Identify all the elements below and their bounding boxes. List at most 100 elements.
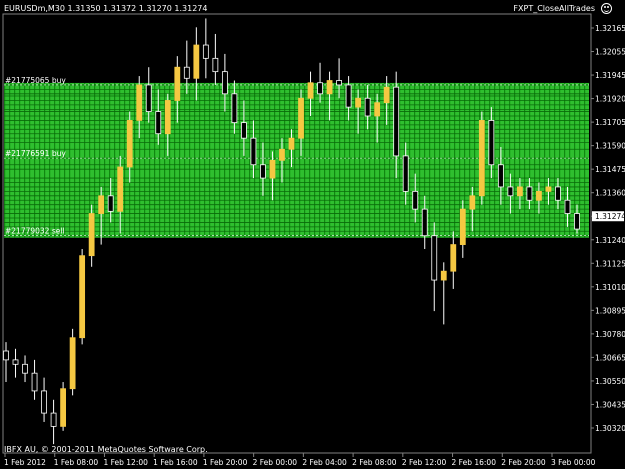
order-label: #21775065 buy xyxy=(5,76,66,85)
candle-body[interactable] xyxy=(164,100,171,135)
time-label: 2 Feb 12:00 xyxy=(402,458,447,467)
candle-body[interactable] xyxy=(307,82,314,99)
order-stripe xyxy=(509,82,511,238)
price-chart[interactable]: #21775065 buy #21776591 buy #21779032 sell… xyxy=(0,0,625,469)
price-label: 1.31590 xyxy=(595,142,625,151)
candle-body[interactable] xyxy=(288,137,295,150)
order-stripe xyxy=(4,82,6,238)
candle-body[interactable] xyxy=(50,412,57,427)
candle-body[interactable] xyxy=(193,44,200,79)
order-stripe xyxy=(504,82,506,238)
order-stripe xyxy=(399,82,401,238)
candle-body[interactable] xyxy=(526,186,533,201)
time-label: 1 Feb 12:00 xyxy=(103,458,148,467)
order-stripe xyxy=(429,82,431,238)
candle-body[interactable] xyxy=(231,93,238,124)
price-label: 1.31360 xyxy=(595,189,625,198)
order-stripe xyxy=(514,82,516,238)
candle-body[interactable] xyxy=(421,208,428,237)
candle-body[interactable] xyxy=(31,372,38,392)
candle-body[interactable] xyxy=(440,270,447,281)
order-stripe xyxy=(79,82,81,238)
candle-body[interactable] xyxy=(183,66,190,79)
order-stripe xyxy=(99,82,101,238)
candle-body[interactable] xyxy=(497,164,504,188)
candle-body[interactable] xyxy=(431,235,438,281)
smiley-face-icon[interactable] xyxy=(601,3,612,14)
candle-body[interactable] xyxy=(3,350,9,361)
candle-body[interactable] xyxy=(202,44,209,59)
candle-body[interactable] xyxy=(326,80,333,95)
order-stripe xyxy=(214,82,216,238)
candle-body[interactable] xyxy=(317,82,323,95)
candle-body[interactable] xyxy=(469,195,476,210)
candle-body[interactable] xyxy=(250,137,257,166)
candle-body[interactable] xyxy=(107,195,114,212)
candle-body[interactable] xyxy=(450,244,457,272)
candle-body[interactable] xyxy=(41,390,47,414)
candle-body[interactable] xyxy=(355,97,362,108)
candle-body[interactable] xyxy=(69,337,76,390)
candle-body[interactable] xyxy=(174,66,181,101)
order-stripe xyxy=(264,82,266,238)
candle-body[interactable] xyxy=(60,388,66,427)
order-stripe xyxy=(209,82,211,238)
candle-body[interactable] xyxy=(260,164,266,179)
candle-body[interactable] xyxy=(517,186,523,197)
candle-body[interactable] xyxy=(383,86,390,104)
candle-body[interactable] xyxy=(221,71,228,95)
order-stripe xyxy=(344,82,346,238)
candle-body[interactable] xyxy=(459,208,466,245)
candle-body[interactable] xyxy=(374,102,381,117)
candle-body[interactable] xyxy=(336,80,342,86)
price-label: 1.31010 xyxy=(595,283,625,292)
order-stripe xyxy=(524,82,526,238)
order-stripe xyxy=(114,82,116,238)
candle-body[interactable] xyxy=(155,111,162,135)
price-label: 1.31920 xyxy=(595,95,625,104)
chart-window[interactable]: #21775065 buy #21776591 buy #21779032 sell… xyxy=(0,0,625,469)
order-stripe xyxy=(189,82,191,238)
candle-body[interactable] xyxy=(564,199,571,214)
candle-body[interactable] xyxy=(345,84,352,108)
candle-body[interactable] xyxy=(269,159,276,179)
candle-body[interactable] xyxy=(545,186,552,192)
candle-body[interactable] xyxy=(298,97,304,139)
candle-body[interactable] xyxy=(136,84,143,121)
candle-body[interactable] xyxy=(574,213,580,230)
candle-body[interactable] xyxy=(126,120,133,168)
order-stripe xyxy=(539,82,541,238)
candle-body[interactable] xyxy=(79,255,86,339)
candle-body[interactable] xyxy=(22,363,28,374)
time-label: 1 Feb 16:00 xyxy=(153,458,198,467)
price-label: 1.30435 xyxy=(595,400,625,409)
order-stripe xyxy=(19,82,21,238)
candle-body[interactable] xyxy=(478,120,485,197)
candle-body[interactable] xyxy=(12,359,19,365)
price-label: 1.30780 xyxy=(595,330,625,339)
candle-body[interactable] xyxy=(98,195,105,214)
price-label: 1.30320 xyxy=(595,424,625,433)
candle-body[interactable] xyxy=(279,148,285,161)
candle-body[interactable] xyxy=(507,186,514,197)
candle-body[interactable] xyxy=(536,190,542,201)
candle-body[interactable] xyxy=(393,86,400,157)
price-label: 1.31475 xyxy=(595,165,625,174)
order-stripe xyxy=(499,82,501,238)
candle-body[interactable] xyxy=(488,120,495,166)
order-stripe xyxy=(194,82,196,238)
candle-body[interactable] xyxy=(145,84,152,112)
order-stripe xyxy=(324,82,326,238)
symbol-ohlc-title: EURUSDm,M30 1.31350 1.31372 1.31270 1.31… xyxy=(4,4,208,13)
candle-body[interactable] xyxy=(117,166,124,212)
candle-body[interactable] xyxy=(241,122,247,139)
candle-body[interactable] xyxy=(555,186,561,201)
candle-body[interactable] xyxy=(364,97,371,117)
time-label: 2 Feb 00:00 xyxy=(253,458,298,467)
candle-body[interactable] xyxy=(412,190,419,210)
order-stripe xyxy=(549,82,551,238)
candle-body[interactable] xyxy=(402,155,409,192)
order-stripe xyxy=(584,82,586,238)
candle-body[interactable] xyxy=(212,57,219,73)
candle-body[interactable] xyxy=(88,213,95,257)
